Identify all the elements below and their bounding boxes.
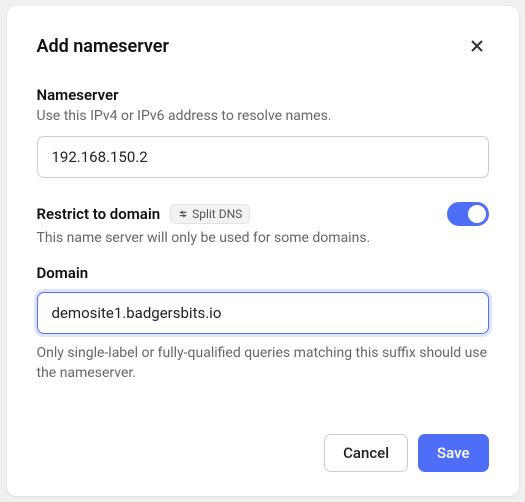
save-button[interactable]: Save bbox=[418, 434, 488, 472]
split-dns-icon bbox=[178, 209, 188, 219]
dialog-title: Add nameserver bbox=[37, 36, 169, 57]
badge-text: Split DNS bbox=[192, 207, 242, 221]
domain-label: Domain bbox=[37, 264, 489, 282]
close-icon bbox=[469, 38, 485, 54]
domain-desc: Only single-label or fully-qualified que… bbox=[37, 344, 489, 383]
close-button[interactable] bbox=[465, 34, 489, 58]
restrict-label: Restrict to domain bbox=[37, 205, 161, 223]
domain-input[interactable] bbox=[37, 292, 489, 334]
restrict-toggle[interactable] bbox=[447, 202, 489, 226]
dialog-footer: Cancel Save bbox=[37, 434, 489, 472]
nameserver-section: Nameserver Use this IPv4 or IPv6 address… bbox=[37, 86, 489, 178]
split-dns-badge: Split DNS bbox=[170, 204, 250, 224]
restrict-header: Restrict to domain Split DNS bbox=[37, 202, 489, 226]
restrict-left: Restrict to domain Split DNS bbox=[37, 204, 251, 224]
nameserver-desc: Use this IPv4 or IPv6 address to resolve… bbox=[37, 108, 489, 124]
restrict-section: Restrict to domain Split DNS This name s… bbox=[37, 202, 489, 383]
dialog-header: Add nameserver bbox=[37, 34, 489, 58]
cancel-button[interactable]: Cancel bbox=[324, 434, 408, 472]
add-nameserver-dialog: Add nameserver Nameserver Use this IPv4 … bbox=[7, 6, 519, 496]
nameserver-label: Nameserver bbox=[37, 86, 489, 104]
restrict-desc: This name server will only be used for s… bbox=[37, 230, 489, 246]
nameserver-input[interactable] bbox=[37, 136, 489, 178]
